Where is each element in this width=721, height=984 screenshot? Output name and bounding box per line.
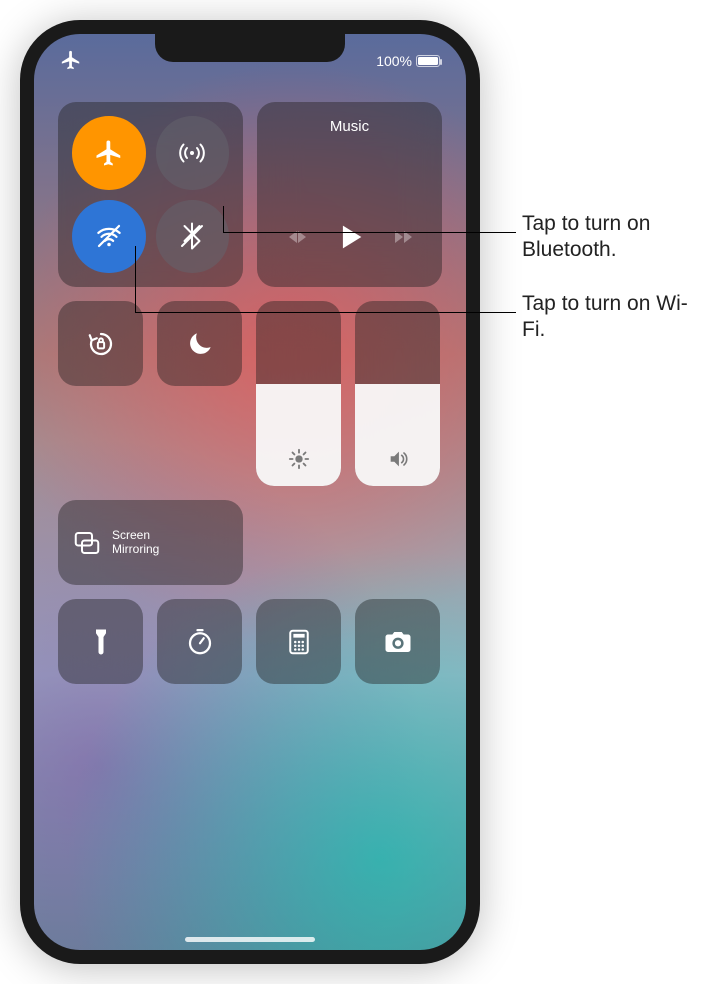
volume-slider[interactable] [355,301,440,486]
calculator-icon [284,627,314,657]
status-right: 100% [376,53,440,69]
battery-icon [416,55,440,67]
airplane-icon [60,49,82,71]
callout-leader [135,312,516,313]
callout-leader [135,246,136,312]
previous-track-icon [285,225,309,249]
music-title: Music [330,118,369,135]
callout-bluetooth: Tap to turn on Bluetooth. [522,211,710,264]
rotation-lock-button[interactable] [58,301,143,386]
music-controls [285,220,415,259]
wifi-off-icon [94,221,124,251]
phone-frame: 100% [20,20,480,964]
music-tile[interactable]: Music [257,102,442,287]
callout-wifi: Tap to turn on Wi-Fi. [522,291,710,344]
cellular-icon [177,138,207,168]
flashlight-button[interactable] [58,599,143,684]
connectivity-tile[interactable] [58,102,243,287]
callout-leader [223,232,516,233]
rotation-lock-icon [86,329,116,359]
airplane-mode-button[interactable] [72,116,146,190]
brightness-icon [288,448,310,470]
timer-button[interactable] [157,599,242,684]
bluetooth-off-icon [177,221,207,251]
next-track-icon [391,225,415,249]
screen-mirroring-label: Screen Mirroring [112,529,159,557]
bluetooth-button[interactable] [156,200,230,274]
callout-leader [223,206,224,232]
previous-track-button[interactable] [285,225,309,254]
cellular-data-button[interactable] [156,116,230,190]
do-not-disturb-button[interactable] [157,301,242,386]
volume-icon [387,448,409,470]
brightness-slider[interactable] [256,301,341,486]
airplane-icon [94,138,124,168]
timer-icon [185,627,215,657]
next-track-button[interactable] [391,225,415,254]
status-left [60,49,82,74]
play-icon [333,220,367,254]
screen: 100% [34,34,466,950]
calculator-button[interactable] [256,599,341,684]
battery-percent-label: 100% [376,53,412,69]
do-not-disturb-icon [185,329,215,359]
home-indicator[interactable] [185,937,315,942]
camera-icon [383,627,413,657]
flashlight-icon [86,627,116,657]
play-button[interactable] [333,220,367,259]
notch [155,34,345,62]
camera-button[interactable] [355,599,440,684]
screen-mirroring-icon [72,528,102,558]
control-center: Music [58,102,442,698]
screen-mirroring-button[interactable]: Screen Mirroring [58,500,243,585]
